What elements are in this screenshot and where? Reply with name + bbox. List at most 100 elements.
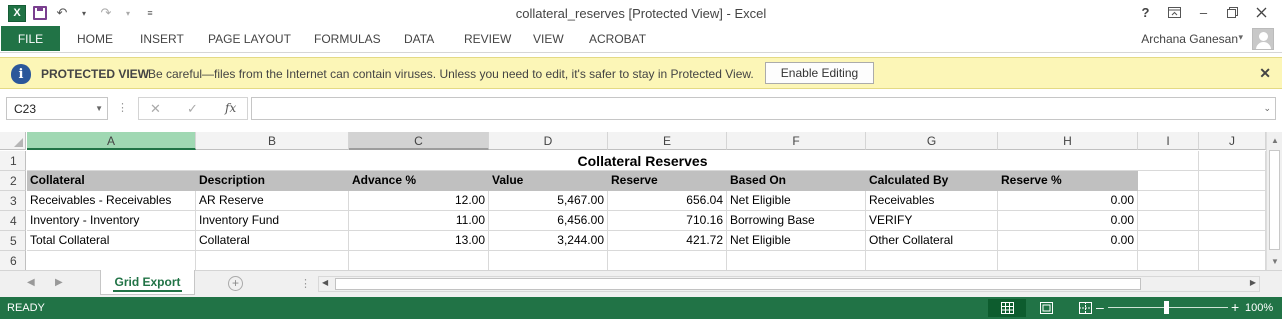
table-cell[interactable]: 5,467.00 [489,191,608,211]
row-header-4[interactable]: 4 [0,211,26,231]
normal-view-button[interactable] [988,299,1026,317]
scroll-left-icon[interactable]: ◀ [322,278,328,287]
table-cell[interactable]: 656.04 [608,191,727,211]
cell[interactable] [727,251,866,270]
column-header-a[interactable]: A [27,132,196,150]
column-header-i[interactable]: I [1138,132,1199,150]
table-cell[interactable]: Receivables - Receivables [27,191,196,211]
table-cell[interactable]: AR Reserve [196,191,349,211]
sheet-title-cell[interactable]: Collateral Reserves [27,151,1258,171]
name-box[interactable]: C23 ▼ [6,97,108,120]
vertical-scrollbar[interactable]: ▲ ▼ [1266,132,1282,270]
tab-home[interactable]: HOME [77,32,113,46]
tab-formulas[interactable]: FORMULAS [314,32,381,46]
table-cell[interactable]: Inventory Fund [196,211,349,231]
header-cell[interactable]: Reserve % [998,171,1138,191]
ribbon-display-options-button[interactable] [1160,2,1189,22]
add-sheet-icon[interactable]: + [228,276,243,291]
cell[interactable] [27,251,196,270]
table-cell[interactable]: 710.16 [608,211,727,231]
tab-acrobat[interactable]: ACROBAT [589,32,646,46]
cell[interactable] [1199,251,1266,270]
chevron-down-icon[interactable]: ▾ [1238,32,1243,43]
tab-page-layout[interactable]: PAGE LAYOUT [208,32,291,46]
cell[interactable] [1138,151,1199,171]
table-cell[interactable]: Collateral [196,231,349,251]
header-cell[interactable]: Collateral [27,171,196,191]
close-window-button[interactable] [1247,2,1276,22]
table-cell[interactable]: 0.00 [998,211,1138,231]
column-header-g[interactable]: G [866,132,998,150]
scroll-right-icon[interactable]: ▶ [1250,278,1256,287]
tab-insert[interactable]: INSERT [140,32,184,46]
horizontal-scrollbar[interactable]: ◀ ▶ [318,276,1260,292]
formula-input[interactable]: ⌄ [251,97,1276,120]
sheet-tab-grid-export[interactable]: Grid Export [100,270,195,295]
formula-bar-resize-handle[interactable]: ⋮ [117,101,128,114]
column-header-d[interactable]: D [489,132,608,150]
cell[interactable] [1199,171,1266,191]
cell[interactable] [1199,191,1266,211]
worksheet-grid[interactable]: A B C D E F G H I J 1 2 3 4 5 6 Collater… [0,132,1266,270]
cell[interactable] [866,251,998,270]
zoom-out-button[interactable]: – [1096,299,1104,315]
vertical-scroll-thumb[interactable] [1269,150,1280,250]
header-cell[interactable]: Based On [727,171,866,191]
cancel-icon[interactable]: ✕ [150,101,161,117]
tab-file[interactable]: FILE [1,26,60,51]
cell[interactable] [489,251,608,270]
tab-split-handle[interactable]: ⋮ [300,277,311,290]
cell[interactable] [1138,211,1199,231]
cell[interactable] [196,251,349,270]
enable-editing-button[interactable]: Enable Editing [765,62,874,84]
scroll-up-icon[interactable]: ▲ [1271,136,1279,145]
cell[interactable] [1138,251,1199,270]
column-header-e[interactable]: E [608,132,727,150]
sheet-next-icon[interactable]: ▶ [55,277,63,288]
column-header-c[interactable]: C [349,132,489,150]
tab-data[interactable]: DATA [404,32,434,46]
tab-view[interactable]: VIEW [533,32,564,46]
cell[interactable] [1199,211,1266,231]
scroll-down-icon[interactable]: ▼ [1271,257,1279,266]
table-cell[interactable]: Total Collateral [27,231,196,251]
column-header-b[interactable]: B [196,132,349,150]
table-cell[interactable]: 0.00 [998,231,1138,251]
table-cell[interactable]: 0.00 [998,191,1138,211]
cell[interactable] [1138,191,1199,211]
sheet-prev-icon[interactable]: ◀ [27,277,35,288]
table-cell[interactable]: Other Collateral [866,231,998,251]
insert-function-button[interactable]: fx [225,101,236,115]
close-protected-bar-button[interactable]: ✕ [1259,65,1271,82]
page-layout-view-button[interactable] [1027,299,1065,317]
table-cell[interactable]: VERIFY [866,211,998,231]
column-header-h[interactable]: H [998,132,1138,150]
table-cell[interactable]: 6,456.00 [489,211,608,231]
header-cell[interactable]: Reserve [608,171,727,191]
table-cell[interactable]: Net Eligible [727,191,866,211]
cell[interactable] [998,251,1138,270]
header-cell[interactable]: Value [489,171,608,191]
cell[interactable] [1138,231,1199,251]
table-cell[interactable]: Inventory - Inventory [27,211,196,231]
avatar[interactable] [1252,28,1274,50]
row-header-3[interactable]: 3 [0,191,26,211]
row-header-2[interactable]: 2 [0,171,26,191]
table-cell[interactable]: Receivables [866,191,998,211]
table-cell[interactable]: Net Eligible [727,231,866,251]
select-all-button[interactable] [0,132,26,150]
table-cell[interactable]: 11.00 [349,211,489,231]
row-header-5[interactable]: 5 [0,231,26,251]
table-cell[interactable]: 12.00 [349,191,489,211]
cell[interactable] [1199,231,1266,251]
restore-button[interactable] [1218,2,1247,22]
header-cell[interactable]: Advance % [349,171,489,191]
header-cell[interactable]: Calculated By [866,171,998,191]
column-header-j[interactable]: J [1199,132,1266,150]
zoom-level[interactable]: 100% [1245,302,1273,314]
table-cell[interactable]: 13.00 [349,231,489,251]
cell[interactable] [349,251,489,270]
cell[interactable] [1138,171,1199,191]
zoom-slider-thumb[interactable] [1164,301,1169,314]
horizontal-scroll-thumb[interactable] [335,278,1141,290]
